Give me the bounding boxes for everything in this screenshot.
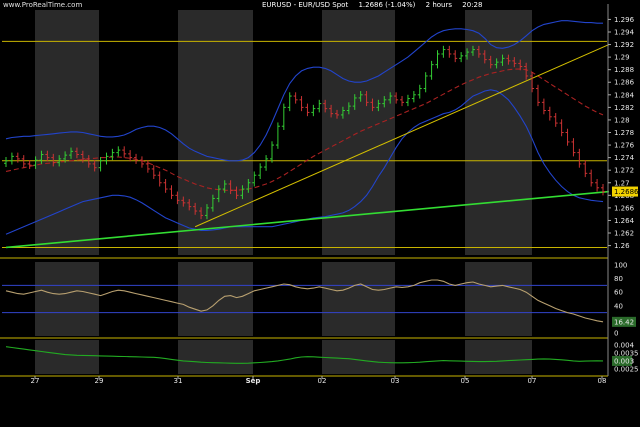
price-tick-label: 1.28 [614, 116, 630, 124]
price-tick-label: 1.282 [614, 104, 634, 112]
price-tick-label: 1.272 [614, 167, 634, 175]
session-band [2, 340, 35, 374]
session-band [465, 262, 532, 336]
x-tick-label: 03 [391, 377, 400, 385]
price-tick-label: 1.288 [614, 66, 634, 74]
price-tick-label: 1.264 [614, 217, 635, 225]
session-band [35, 262, 99, 336]
x-tick-label: 29 [95, 377, 104, 385]
x-tick-label: 02 [318, 377, 327, 385]
price-tick-label: 1.276 [614, 142, 635, 150]
price-tick-label: 1.26 [614, 242, 630, 250]
lower-indicator-tick-label: 0.0025 [614, 365, 639, 373]
x-tick-label: 07 [528, 377, 537, 385]
oscillator-value-label: 16.42 [614, 318, 634, 326]
session-band [322, 340, 395, 374]
price-tick-label: 1.262 [614, 230, 634, 238]
session-band [532, 10, 607, 255]
session-band [2, 262, 35, 336]
session-band [532, 340, 607, 374]
session-band [178, 262, 253, 336]
chart-canvas[interactable]: 1.296 1.294 1.292 1.29 1.288 1.286 1.284 1.282 1… [0, 0, 640, 427]
price-tick-label: 1.27 [614, 179, 630, 187]
oscillator-tick-label: 80 [614, 275, 623, 283]
last-price-label: 1.2686 [614, 188, 639, 196]
session-band [395, 340, 465, 374]
price-tick-label: 1.274 [614, 154, 635, 162]
oscillator-tick-label: 40 [614, 302, 623, 310]
x-tick-label: 05 [461, 377, 470, 385]
x-tick-label: 27 [31, 377, 40, 385]
lower-indicator-value-label: 0.003 [614, 357, 634, 365]
x-tick-label: 08 [598, 377, 607, 385]
session-band [465, 10, 532, 255]
price-tick-label: 1.284 [614, 91, 635, 99]
price-tick-label: 1.286 [614, 79, 635, 87]
session-band [178, 340, 253, 374]
price-tick-label: 1.278 [614, 129, 634, 137]
session-bands [2, 10, 607, 374]
session-band [35, 340, 99, 374]
session-band [99, 262, 178, 336]
session-band [395, 10, 465, 255]
oscillator-tick-label: 100 [614, 262, 627, 270]
session-band [465, 340, 532, 374]
price-tick-label: 1.296 [614, 16, 635, 24]
session-band [322, 262, 395, 336]
price-tick-label: 1.266 [614, 204, 635, 212]
session-band [2, 10, 35, 255]
oscillator-tick-label: 60 [614, 289, 623, 297]
lower-indicator-tick-label: 0.004 [614, 342, 635, 350]
price-tick-label: 1.294 [614, 28, 635, 36]
session-band [322, 10, 395, 255]
price-tick-label: 1.292 [614, 41, 634, 49]
session-band [253, 262, 322, 336]
x-tick-label: 31 [174, 377, 183, 385]
session-band [395, 262, 465, 336]
oscillator-tick-label: 0 [614, 330, 618, 338]
x-tick-label: Sep [246, 377, 261, 385]
session-band [532, 262, 607, 336]
price-tick-label: 1.29 [614, 54, 630, 62]
